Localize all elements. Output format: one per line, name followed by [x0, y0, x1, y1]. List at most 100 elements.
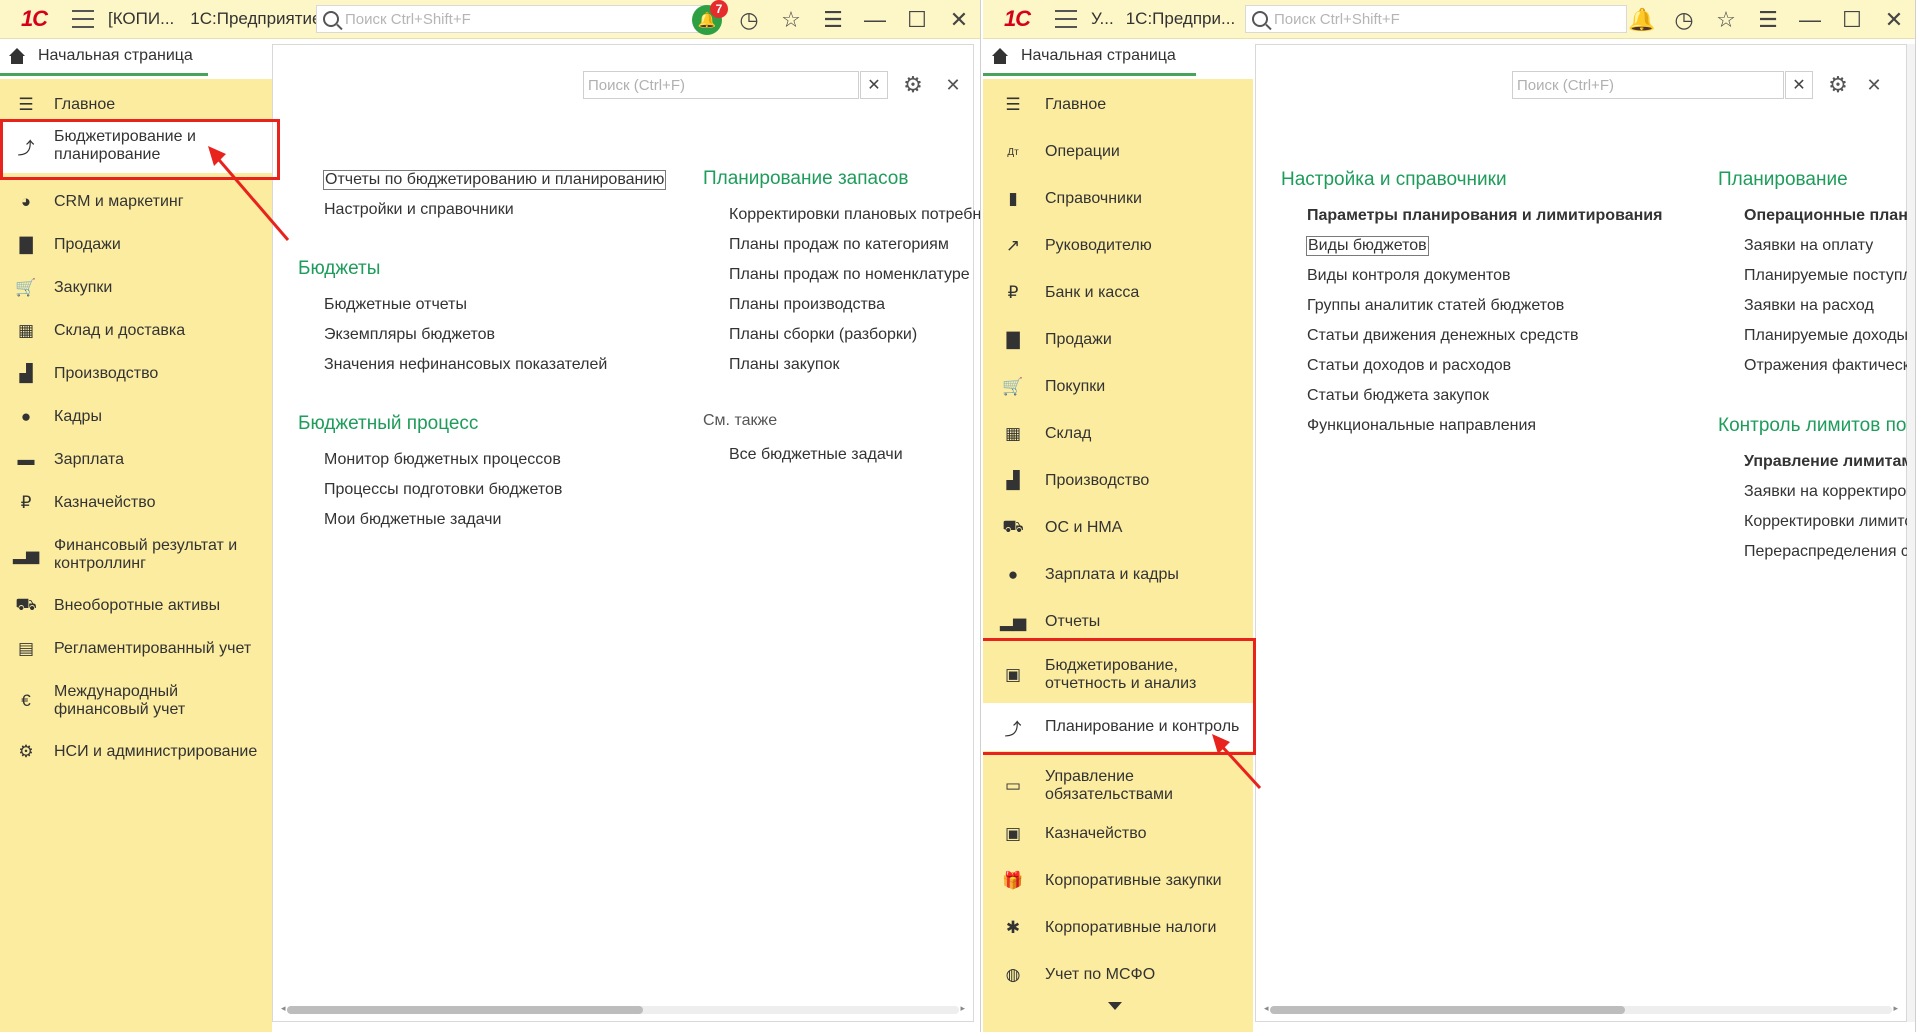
link-limits-management[interactable]: Управление лимитам — [1744, 453, 1913, 471]
sidebar-item-financial-result[interactable]: ▂▅ Финансовый результат и контроллинг — [0, 532, 272, 578]
hamburger-menu-icon[interactable] — [1055, 10, 1077, 28]
close-window-icon[interactable]: ✕ — [938, 0, 980, 39]
sidebar-item-production[interactable]: ▟ Производство — [983, 466, 1253, 496]
link-operational-plans[interactable]: Операционные план — [1744, 207, 1908, 225]
1c-logo[interactable]: 1С — [993, 6, 1041, 32]
link-assembly-plans[interactable]: Планы сборки (разборки) — [729, 326, 917, 344]
global-search-input[interactable]: Поиск Ctrl+Shift+F — [316, 5, 710, 33]
panel-close-icon[interactable]: ✕ — [1864, 73, 1884, 97]
close-window-icon[interactable]: ✕ — [1873, 0, 1915, 39]
global-search-input[interactable]: Поиск Ctrl+Shift+F — [1245, 5, 1627, 33]
panel-search-input[interactable]: Поиск (Ctrl+F) ✕ — [583, 71, 888, 99]
link-planned-receipts[interactable]: Планируемые поступле — [1744, 267, 1915, 285]
sidebar-item-treasury[interactable]: ₽ Казначейство — [0, 489, 272, 517]
maximize-icon[interactable]: ☐ — [1831, 0, 1873, 39]
scroll-right-icon[interactable]: ▸ — [1893, 1003, 1898, 1014]
sidebar-item-ifrs[interactable]: € Международный финансовый учет — [0, 678, 272, 724]
sidebar-item-warehouse[interactable]: ▦ Склад — [983, 419, 1253, 449]
link-production-plans[interactable]: Планы производства — [729, 296, 885, 314]
scroll-thumb[interactable] — [1270, 1006, 1625, 1014]
sidebar-item-salary-hr[interactable]: ● Зарплата и кадры — [983, 560, 1253, 590]
link-budget-preparation[interactable]: Процессы подготовки бюджетов — [324, 481, 562, 499]
1c-logo[interactable]: 1С — [10, 6, 58, 32]
horizontal-scrollbar[interactable]: ◂ ▸ — [1256, 1003, 1906, 1015]
link-sales-plans-category[interactable]: Планы продаж по категориям — [729, 236, 949, 254]
favorites-star-icon[interactable]: ☆ — [1705, 0, 1747, 39]
link-document-control-types[interactable]: Виды контроля документов — [1307, 267, 1511, 285]
panel-settings-gear-icon[interactable]: ⚙ — [1826, 72, 1850, 97]
sidebar-item-treasury[interactable]: ▣ Казначейство — [983, 819, 1253, 849]
sidebar-item-reports[interactable]: ▂▅ Отчеты — [983, 607, 1253, 637]
sidebar-item-purchases[interactable]: 🛒 Покупки — [983, 372, 1253, 402]
scroll-down-icon[interactable] — [1108, 1002, 1122, 1010]
link-planning-parameters[interactable]: Параметры планирования и лимитирования — [1307, 207, 1662, 225]
sidebar-item-directories[interactable]: ▮ Справочники — [983, 184, 1253, 214]
link-budget-instances[interactable]: Экземпляры бюджетов — [324, 326, 495, 344]
sidebar-item-main[interactable]: ☰ Главное — [0, 91, 272, 119]
home-tab[interactable]: Начальная страница — [983, 39, 1196, 76]
panel-settings-gear-icon[interactable]: ⚙ — [901, 72, 925, 97]
link-settings-directories[interactable]: Настройки и справочники — [324, 201, 514, 219]
sidebar-item-fixed-assets[interactable]: ⛟ Внеоборотные активы — [0, 592, 272, 620]
link-process-monitor[interactable]: Монитор бюджетных процессов — [324, 451, 561, 469]
sidebar-item-corp-purchases[interactable]: 🎁 Корпоративные закупки — [983, 866, 1253, 896]
sidebar-item-purchases[interactable]: 🛒 Закупки — [0, 274, 272, 302]
sidebar-item-corp-taxes[interactable]: ✱ Корпоративные налоги — [983, 913, 1253, 943]
history-icon[interactable]: ◷ — [728, 0, 770, 39]
hamburger-menu-icon[interactable] — [72, 10, 94, 28]
clear-search-icon[interactable]: ✕ — [860, 71, 888, 99]
panel-search-input[interactable]: Поиск (Ctrl+F) ✕ — [1512, 71, 1813, 99]
link-purchase-budget-items[interactable]: Статьи бюджета закупок — [1307, 387, 1489, 405]
scroll-left-icon[interactable]: ◂ — [1264, 1003, 1269, 1014]
link-my-tasks[interactable]: Мои бюджетные задачи — [324, 511, 501, 529]
sidebar-item-salary[interactable]: ▬ Зарплата — [0, 446, 272, 474]
home-tab[interactable]: Начальная страница — [0, 39, 208, 76]
sidebar-item-production[interactable]: ▟ Производство — [0, 360, 272, 388]
link-plan-adjustments[interactable]: Корректировки плановых потребно — [729, 206, 980, 224]
link-budget-reports[interactable]: Отчеты по бюджетированию и планированию — [323, 170, 667, 190]
history-icon[interactable]: ◷ — [1663, 0, 1705, 39]
link-purchase-plans[interactable]: Планы закупок — [729, 356, 840, 374]
bell-icon[interactable]: 🔔 — [1621, 0, 1663, 39]
panel-close-icon[interactable]: ✕ — [943, 73, 963, 97]
sidebar-item-hr[interactable]: ● Кадры — [0, 403, 272, 431]
maximize-icon[interactable]: ☐ — [896, 0, 938, 39]
link-expense-requests[interactable]: Заявки на расход — [1744, 297, 1874, 315]
link-budget-reports-list[interactable]: Бюджетные отчеты — [324, 296, 467, 314]
favorites-star-icon[interactable]: ☆ — [770, 0, 812, 39]
clear-search-icon[interactable]: ✕ — [1785, 71, 1813, 99]
scroll-left-icon[interactable]: ◂ — [281, 1003, 286, 1014]
scroll-right-icon[interactable]: ▸ — [960, 1003, 965, 1014]
notifications-button[interactable]: 🔔 7 — [686, 0, 728, 39]
link-cash-flow-items[interactable]: Статьи движения денежных средств — [1307, 327, 1578, 345]
link-functional-areas[interactable]: Функциональные направления — [1307, 417, 1536, 435]
link-actual-reflections[interactable]: Отражения фактическ — [1744, 357, 1910, 375]
sidebar-item-sales[interactable]: ▇ Продажи — [983, 325, 1253, 355]
link-redistributions[interactable]: Перераспределения с — [1744, 543, 1909, 561]
link-budget-types[interactable]: Виды бюджетов — [1306, 236, 1429, 256]
link-payment-requests[interactable]: Заявки на оплату — [1744, 237, 1873, 255]
link-planned-income[interactable]: Планируемые доходы — [1744, 327, 1908, 345]
sidebar-item-warehouse[interactable]: ▦ Склад и доставка — [0, 317, 272, 345]
sidebar-item-manager[interactable]: ↗ Руководителю — [983, 231, 1253, 261]
horizontal-scrollbar[interactable]: ◂ ▸ — [273, 1003, 973, 1015]
sidebar-item-main[interactable]: ☰ Главное — [983, 90, 1253, 120]
link-limit-adjustments[interactable]: Корректировки лимито — [1744, 513, 1913, 531]
link-analytics-groups[interactable]: Группы аналитик статей бюджетов — [1307, 297, 1564, 315]
minimize-icon[interactable]: — — [1789, 0, 1831, 39]
link-sales-plans-item[interactable]: Планы продаж по номенклатуре — [729, 266, 970, 284]
sidebar-item-bank[interactable]: ₽ Банк и касса — [983, 278, 1253, 308]
sidebar-item-regulated-accounting[interactable]: ▤ Регламентированный учет — [0, 635, 272, 663]
vertical-scrollbar[interactable] — [1907, 44, 1915, 1022]
sidebar-item-fixed-assets[interactable]: ⛟ ОС и НМА — [983, 513, 1253, 543]
settings-menu-icon[interactable]: ☰ — [812, 0, 854, 39]
sidebar-item-ifrs[interactable]: ◍ Учет по МСФО — [983, 960, 1253, 990]
minimize-icon[interactable]: — — [854, 0, 896, 39]
link-adjustment-requests[interactable]: Заявки на корректиров — [1744, 483, 1915, 501]
scroll-thumb[interactable] — [287, 1006, 643, 1014]
link-all-budget-tasks[interactable]: Все бюджетные задачи — [729, 446, 903, 464]
link-nonfinancial-values[interactable]: Значения нефинансовых показателей — [324, 356, 607, 374]
settings-menu-icon[interactable]: ☰ — [1747, 0, 1789, 39]
link-income-expense-items[interactable]: Статьи доходов и расходов — [1307, 357, 1511, 375]
sidebar-item-operations[interactable]: Дт Операции — [983, 137, 1253, 167]
